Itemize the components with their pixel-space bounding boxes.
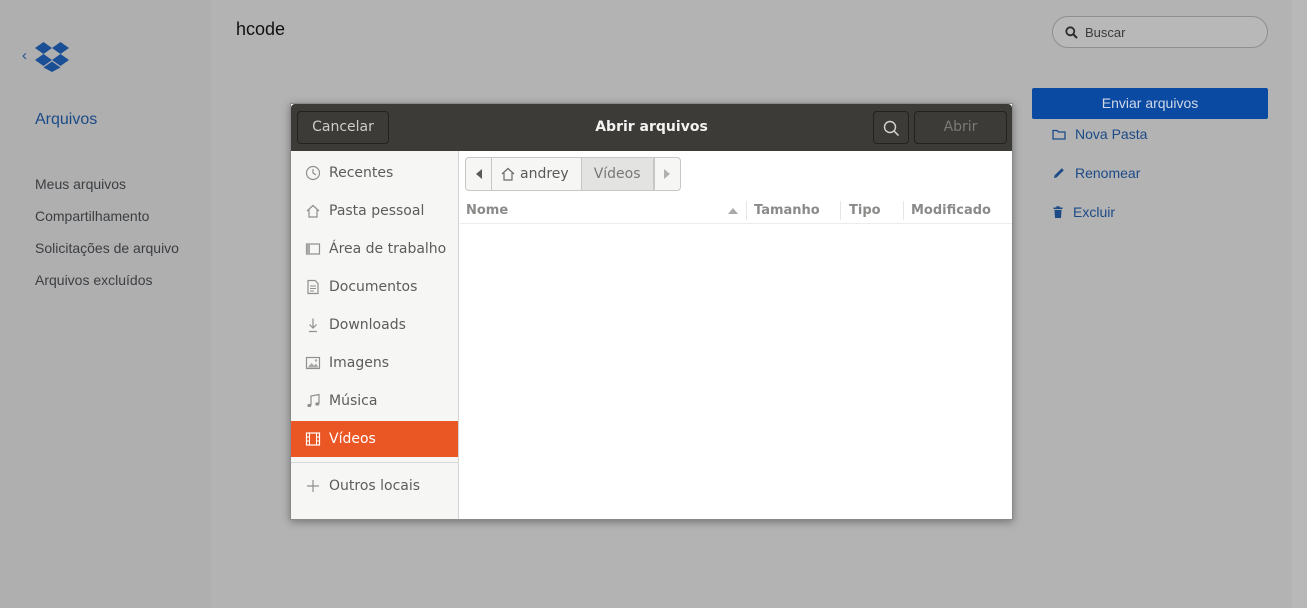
column-size[interactable]: Tamanho xyxy=(754,203,820,218)
upload-files-button[interactable]: Enviar arquivos xyxy=(1032,88,1268,119)
place-label: Documentos xyxy=(329,279,418,295)
open-files-dialog: Cancelar Abrir arquivos Abrir Recentes P… xyxy=(290,103,1013,520)
sidebar-link-my-files[interactable]: Meus arquivos xyxy=(35,176,126,192)
place-outros-locais[interactable]: Outros locais xyxy=(291,468,458,504)
plus-icon xyxy=(304,478,322,494)
place-label: Área de trabalho xyxy=(329,241,447,257)
place-musica[interactable]: Música xyxy=(291,383,458,419)
rename-action[interactable]: Renomear xyxy=(1052,163,1140,183)
places-separator xyxy=(291,462,458,463)
sidebar-link-deleted-files[interactable]: Arquivos excluídos xyxy=(35,272,153,288)
sidebar-link-file-requests[interactable]: Solicitações de arquivo xyxy=(35,240,179,256)
download-icon xyxy=(304,317,322,333)
dialog-headerbar: Cancelar Abrir arquivos Abrir xyxy=(291,104,1012,151)
music-icon xyxy=(304,393,322,409)
search-box[interactable] xyxy=(1052,16,1268,48)
column-separator xyxy=(840,201,841,220)
path-bar: andrey Vídeos xyxy=(465,157,681,191)
scrollbar-track[interactable] xyxy=(1292,0,1307,608)
sidebar-heading-arquivos[interactable]: Arquivos xyxy=(35,111,97,129)
place-label: Música xyxy=(329,393,378,409)
place-label: Vídeos xyxy=(329,431,376,447)
path-forward-arrow-icon[interactable] xyxy=(653,158,680,190)
file-list-header: Nome Tamanho Tipo Modificado xyxy=(460,198,1012,224)
search-icon xyxy=(883,120,900,137)
place-label: Downloads xyxy=(329,317,406,333)
clock-icon xyxy=(304,165,322,181)
place-videos[interactable]: Vídeos xyxy=(291,421,458,457)
path-back-arrow-icon[interactable] xyxy=(466,158,492,190)
search-input[interactable] xyxy=(1085,23,1255,42)
place-recentes[interactable]: Recentes xyxy=(291,155,458,191)
trash-icon xyxy=(1053,205,1063,218)
path-segment-current[interactable]: Vídeos xyxy=(581,158,654,190)
document-icon xyxy=(304,279,322,295)
new-folder-label: Nova Pasta xyxy=(1075,126,1148,142)
open-button[interactable]: Abrir xyxy=(914,111,1007,144)
place-area-de-trabalho[interactable]: Área de trabalho xyxy=(291,231,458,267)
sidebar-link-sharing[interactable]: Compartilhamento xyxy=(35,208,149,224)
place-label: Imagens xyxy=(329,355,390,371)
column-type[interactable]: Tipo xyxy=(849,203,881,218)
back-chevron-icon[interactable]: ‹ xyxy=(22,48,27,63)
search-icon xyxy=(1065,26,1078,39)
home-icon xyxy=(304,203,322,219)
rename-label: Renomear xyxy=(1075,165,1141,181)
place-label: Recentes xyxy=(329,165,394,181)
column-modified[interactable]: Modificado xyxy=(911,203,991,218)
home-icon xyxy=(501,167,515,181)
delete-label: Excluir xyxy=(1073,204,1116,220)
place-imagens[interactable]: Imagens xyxy=(291,345,458,381)
pencil-icon xyxy=(1054,168,1064,178)
column-separator xyxy=(903,201,904,220)
video-icon xyxy=(304,431,322,447)
column-name[interactable]: Nome xyxy=(466,203,508,218)
desktop-icon xyxy=(304,241,322,257)
delete-action[interactable]: Excluir xyxy=(1052,202,1115,222)
folder-icon xyxy=(1052,129,1066,140)
place-label: Outros locais xyxy=(329,478,421,494)
new-folder-action[interactable]: Nova Pasta xyxy=(1052,124,1147,144)
places-sidebar: Recentes Pasta pessoal Área de trabalho … xyxy=(291,151,459,519)
image-icon xyxy=(304,355,322,371)
app-sidebar: ‹ Arquivos Meus arquivos Compartilhament… xyxy=(0,0,211,608)
dialog-search-button[interactable] xyxy=(873,111,909,144)
path-segment-home[interactable]: andrey xyxy=(492,158,582,190)
page-title: hcode xyxy=(236,19,286,39)
place-downloads[interactable]: Downloads xyxy=(291,307,458,343)
column-separator xyxy=(746,201,747,220)
place-documentos[interactable]: Documentos xyxy=(291,269,458,305)
place-label: Pasta pessoal xyxy=(329,203,425,219)
path-segment-label: andrey xyxy=(520,166,569,182)
dropbox-logo-icon[interactable] xyxy=(35,42,69,72)
sort-ascending-icon xyxy=(728,208,738,214)
place-pasta-pessoal[interactable]: Pasta pessoal xyxy=(291,193,458,229)
